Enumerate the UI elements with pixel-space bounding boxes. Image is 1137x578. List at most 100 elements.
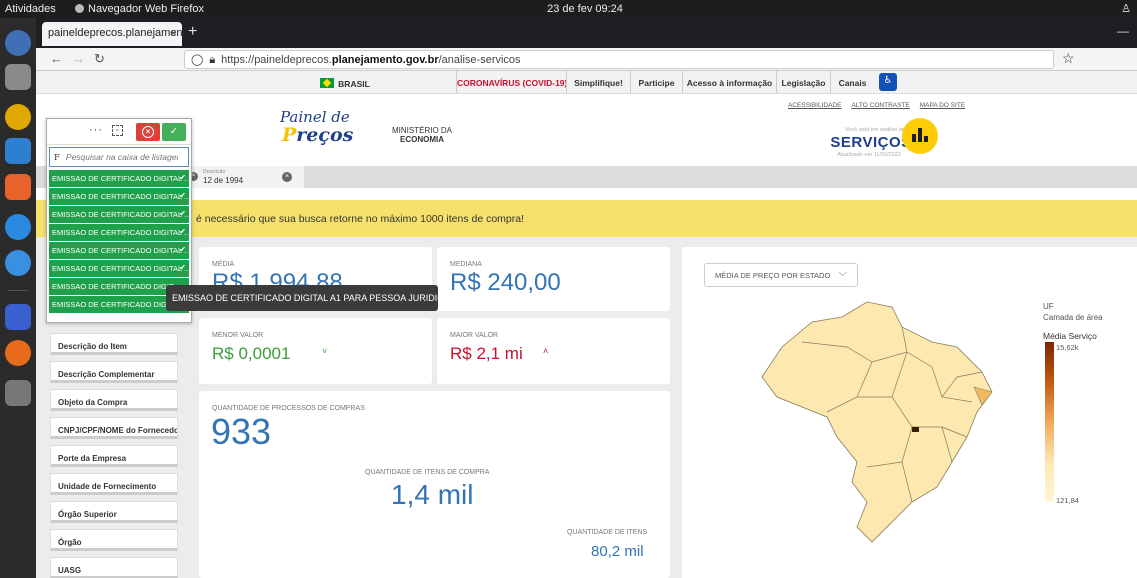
gov-link-simplifique[interactable]: Simplifique!: [566, 71, 630, 93]
app-name: Navegador Web Firefox: [88, 3, 204, 15]
firefox-dock-icon[interactable]: [5, 340, 31, 366]
listbox-row[interactable]: EMISSAO DE CERTIFICADO DIGITAL ... ✔: [49, 170, 189, 188]
listbox-row[interactable]: EMISSAO DE CERTIFICADO DIGITAL ... ✔: [49, 206, 189, 224]
link-alto-contraste[interactable]: ALTO CONTRASTE: [851, 102, 909, 109]
kpi-quantidades-card[interactable]: QUANTIDADE DE PROCESSOS DE COMPRAS 933 Q…: [199, 391, 670, 578]
listbox-row[interactable]: EMISSAO DE CERTIFICADO DIGITAL ... ✔: [49, 188, 189, 206]
listbox-row[interactable]: EMISSAO DE CERTIFICADO DIGITAL ... ✔: [49, 242, 189, 260]
filter-orgao[interactable]: Órgão: [50, 529, 178, 551]
browser-tab[interactable]: paineldeprecos.planejament ×: [42, 22, 182, 46]
kpi-menor-value: R$ 0,0001: [212, 344, 291, 363]
gov-link-covid[interactable]: CORONAVÍRUS (COVID-19): [456, 71, 567, 93]
listbox-row-label: EMISSAO DE CERTIFICADO DIGIT: [52, 282, 174, 291]
kpi-itens-value: 80,2 mil: [591, 543, 644, 560]
row-tooltip: EMISSAO DE CERTIFICADO DIGITAL A1 PARA P…: [166, 285, 450, 311]
new-tab-button[interactable]: +: [188, 23, 197, 41]
df-highlight[interactable]: [912, 427, 919, 432]
gov-link-legislacao[interactable]: Legislação: [776, 71, 830, 93]
filter-fornecedor[interactable]: CNPJ/CPF/NOME do Fornecedor: [50, 417, 178, 439]
listbox-search[interactable]: F: [49, 147, 189, 167]
listbox-row-label: EMISSAO DE CERTIFICADO DIGITAL ...: [52, 246, 189, 255]
selection-bar: × Descrição 12 de 1994 ×: [36, 166, 1137, 188]
rhythmbox-icon[interactable]: [5, 104, 31, 130]
listbox-row[interactable]: EMISSAO DE CERTIFICADO DIGITAL ... ✔: [49, 260, 189, 278]
back-icon[interactable]: ←: [50, 51, 63, 66]
filter-descricao-item[interactable]: Descrição do Item: [50, 333, 178, 355]
kpi-maior-card[interactable]: MAIOR VALOR R$ 2,1 mi ˄: [437, 318, 670, 384]
listbox-search-input[interactable]: [65, 152, 178, 162]
accessibility-icon[interactable]: ♿︎: [879, 73, 897, 91]
close-tab-icon[interactable]: ×: [170, 26, 177, 40]
filter-orgao-superior[interactable]: Órgão Superior: [50, 501, 178, 523]
clock[interactable]: 23 de fev 09:24: [540, 3, 630, 15]
legend-max: 15,62k: [1056, 343, 1079, 352]
confirm-selection-button[interactable]: ✓: [162, 123, 186, 141]
chromium-icon[interactable]: [5, 250, 31, 276]
filter-uasg[interactable]: UASG: [50, 557, 178, 578]
kpi-mediana-card[interactable]: MEDIANA R$ 240,00: [437, 247, 670, 311]
thunderbird-icon[interactable]: [5, 30, 31, 56]
shield-icon[interactable]: ◯: [191, 53, 203, 66]
tab-title: paineldeprecos.planejament: [48, 27, 182, 39]
lock-icon[interactable]: 🔒︎: [209, 54, 215, 67]
kpi-processos-value: 933: [211, 411, 272, 452]
gov-link-participe[interactable]: Participe: [630, 71, 682, 93]
filter-objeto-compra[interactable]: Objeto da Compra: [50, 389, 178, 411]
map-measure-select[interactable]: MÉDIA DE PREÇO POR ESTADO ⌵: [704, 263, 858, 287]
filter-chip[interactable]: × Descrição 12 de 1994 ×: [189, 166, 304, 188]
url-bar[interactable]: ◯ 🔒︎ https://paineldeprecos.planejamento.g…: [184, 50, 1054, 69]
logo-line1[interactable]: Painel de: [280, 110, 350, 125]
filter-porte-empresa[interactable]: Porte da Empresa: [50, 445, 178, 467]
logo-line2[interactable]: Preços: [282, 124, 353, 146]
check-icon: ✔: [179, 209, 186, 218]
link-acessibilidade[interactable]: ACESSIBILIDADE: [788, 102, 841, 109]
cancel-selection-button[interactable]: ×: [136, 123, 160, 141]
files-icon[interactable]: [5, 64, 31, 90]
trash-icon[interactable]: [5, 380, 31, 406]
remove-filter-icon[interactable]: ×: [282, 172, 292, 182]
screenshot-icon[interactable]: [5, 304, 31, 330]
software-icon[interactable]: [5, 174, 31, 200]
ministry-line1: MINISTÉRIO DA: [392, 126, 453, 135]
brazil-map[interactable]: [742, 287, 1002, 547]
kpi-mediana-label: MEDIANA: [450, 261, 482, 268]
filter-descricao-complementar[interactable]: Descrição Complementar: [50, 361, 178, 383]
link-mapa-do-site[interactable]: MAPA DO SITE: [920, 102, 965, 109]
bookmark-star-icon[interactable]: ☆: [1062, 50, 1075, 67]
navigation-bar: ← → ↻ ◯ 🔒︎ https://paineldeprecos.planejam…: [36, 48, 1137, 71]
gov-link-acesso[interactable]: Acesso à informação: [682, 71, 776, 93]
system-top-bar: Atividades Navegador Web Firefox 23 de f…: [0, 0, 1137, 18]
brazil-shape[interactable]: [761, 301, 993, 543]
more-options-icon[interactable]: ···: [89, 124, 103, 136]
kpi-media-label: MÉDIA: [212, 261, 235, 268]
filter-chip-value: 12 de 1994: [203, 176, 244, 185]
url-domain: planejamento.gov.br: [331, 54, 439, 66]
check-icon: ✔: [179, 263, 186, 272]
writer-icon[interactable]: [5, 138, 31, 164]
forward-icon[interactable]: →: [72, 51, 85, 66]
listbox-row[interactable]: EMISSAO DE CERTIFICADO DIGITAL ... ✔: [49, 224, 189, 242]
url-prefix: https://paineldeprecos.: [221, 54, 332, 66]
legend-color-bar: [1045, 342, 1054, 502]
minimize-icon[interactable]: —: [1117, 24, 1129, 38]
app-menu[interactable]: Navegador Web Firefox: [75, 3, 204, 15]
selection-tool-icon[interactable]: ▫: [112, 125, 123, 136]
search-field-prefix: F: [54, 153, 60, 163]
bar-chart-icon[interactable]: [902, 118, 938, 154]
url-path: /analise-servicos: [438, 54, 521, 66]
person-icon[interactable]: ♙: [1121, 2, 1131, 15]
warning-banner: é necessário que sua busca retorne no má…: [36, 200, 1137, 237]
gov-brasil-link[interactable]: BRASIL: [306, 71, 384, 93]
help-icon[interactable]: [5, 214, 31, 240]
listbox-toolbar: ··· ▫ × ✓: [47, 119, 191, 145]
header-links: ACESSIBILIDADE ALTO CONTRASTE MAPA DO SITE: [788, 102, 975, 109]
logo-rest: reços: [296, 124, 354, 146]
filter-unidade-fornecimento[interactable]: Unidade de Fornecimento: [50, 473, 178, 495]
check-icon: ✔: [179, 191, 186, 200]
reload-icon[interactable]: ↻: [94, 51, 105, 67]
filter-chip-label: Descrição: [203, 169, 226, 175]
activities-button[interactable]: Atividades: [5, 3, 56, 15]
kpi-menor-card[interactable]: MENOR VALOR R$ 0,0001 ˅: [199, 318, 432, 384]
ministry-line2: ECONOMIA: [400, 135, 444, 144]
gov-link-canais[interactable]: Canais: [830, 71, 874, 93]
